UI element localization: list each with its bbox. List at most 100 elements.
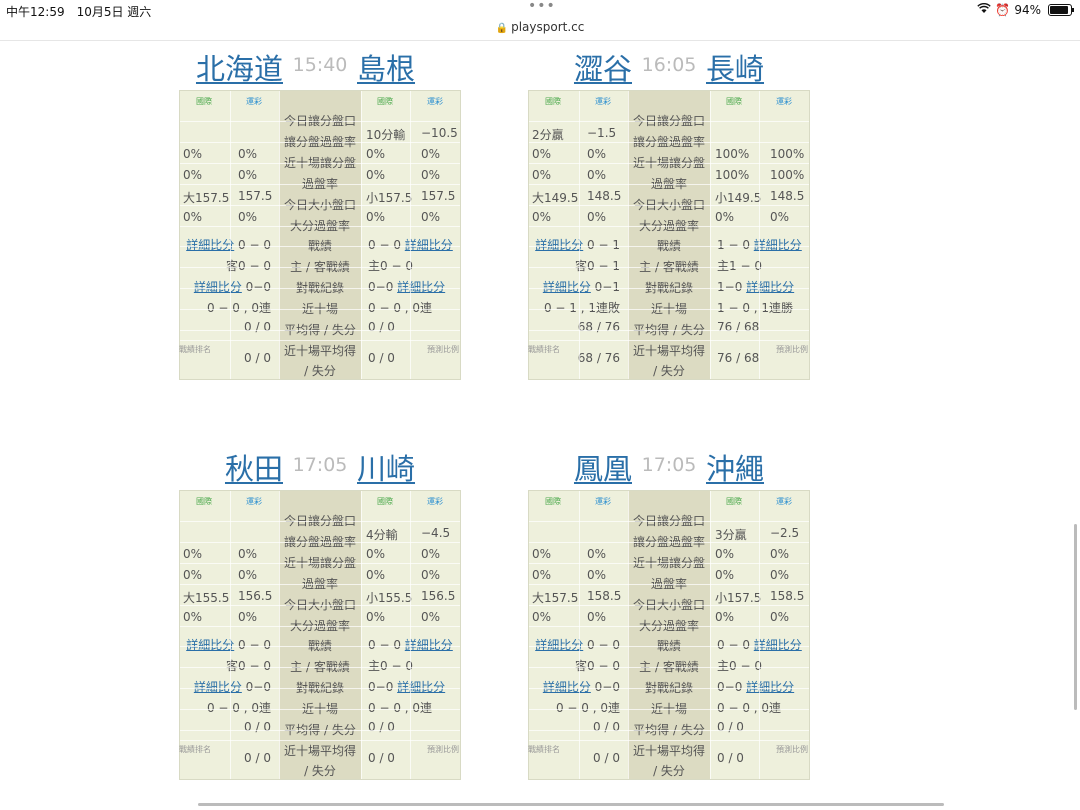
prediction-link[interactable]: 預測比例 [427,344,459,355]
brand-sport-label: 運彩 [427,497,443,506]
standings-link[interactable]: 戰績排名 [179,344,211,355]
home_over-intl: 0% [715,210,735,224]
grid-line [230,91,231,379]
detail-score-link[interactable]: 詳細比分 [186,638,234,652]
home-last10: 0 − 0 , 0連 [368,301,433,315]
away-away_rate-intl: 0% [183,147,203,161]
home-team-link[interactable]: 川崎 [357,446,415,488]
brand-sport-label: 運彩 [595,97,611,106]
grid-line [529,667,809,668]
away-away_total-sport: 158.5 [587,589,622,603]
prediction-link[interactable]: 預測比例 [427,744,459,755]
brand-sport-label: 運彩 [246,497,262,506]
away-away_rate-intl: 0% [532,547,552,561]
home-h2h: 0−0 詳細比分 [368,278,445,295]
detail-score-link[interactable]: 詳細比分 [754,638,802,652]
detail-score-link[interactable]: 詳細比分 [746,280,794,294]
grid-line [180,584,460,585]
home-avg: 0 / 0 [717,720,744,734]
prediction-link[interactable]: 預測比例 [776,344,808,355]
detail-score-link[interactable]: 詳細比分 [186,238,234,252]
home-home-away-record: 主1 − 0 [717,259,762,273]
detail-score-link[interactable]: 詳細比分 [405,238,453,252]
stats-table: 國際 運彩 0% 0% 0% 0% 大155.5 156.5 0% 0% 詳細比分 0 − 0 客0 … [179,490,461,780]
match-card: 秋田 17:05 川崎 國際 運彩 0% 0% 0% 0% 大155.5 156.5 0% 0% 詳細比分… [179,444,461,780]
horizontal-scrollbar[interactable] [198,803,944,806]
grid-line [180,226,460,227]
brand-sport-label: 運彩 [246,97,262,106]
row-label: / 失分 [304,364,336,378]
away-h2h-value: 0−0 [245,680,271,694]
grid-line [759,91,760,379]
detail-score-link[interactable]: 詳細比分 [535,238,583,252]
row-label: / 失分 [653,364,685,378]
home_total-sport: 148.5 [770,189,805,203]
home-team-link[interactable]: 長崎 [706,46,764,88]
grid-line [529,521,809,522]
grid-line [628,91,629,379]
grid-line [529,542,809,543]
url-text: playsport.cc [511,20,585,34]
standings-link[interactable]: 戰績排名 [179,744,211,755]
home-record-value: 0 − 0 [368,238,401,252]
match-header: 鳳凰 17:05 沖繩 [528,444,810,490]
detail-score-link[interactable]: 詳細比分 [746,680,794,694]
row-label: / 失分 [304,764,336,778]
grid-line [710,491,711,779]
home_over-intl: 0% [366,610,386,624]
grid-line [529,205,809,206]
home_over-sport: 0% [421,610,441,624]
prediction-link[interactable]: 預測比例 [776,744,808,755]
away-away_over-intl: 0% [532,610,552,624]
home-record-value: 0 − 0 [368,638,401,652]
detail-score-link[interactable]: 詳細比分 [194,680,242,694]
away-away_over-sport: 0% [238,210,258,224]
away-away_spread-intl: 2分贏 [532,128,564,142]
detail-score-link[interactable]: 詳細比分 [194,280,242,294]
grid-line [628,491,629,779]
home_total-intl: 小155.5 [366,591,413,605]
detail-score-link[interactable]: 詳細比分 [397,680,445,694]
detail-score-link[interactable]: 詳細比分 [535,638,583,652]
grid-line [279,491,280,779]
grid-line [529,184,809,185]
home_l10-intl: 0% [366,168,386,182]
away-away_over-intl: 0% [532,210,552,224]
home-team-link[interactable]: 島根 [357,46,415,88]
more-dots-icon[interactable]: ••• [528,0,556,14]
detail-score-link[interactable]: 詳細比分 [543,280,591,294]
grid-line [579,91,580,379]
home-record-value: 1 − 0 [717,238,750,252]
away-away_over-intl: 0% [183,610,203,624]
away-h2h-value: 0−1 [594,280,620,294]
grid-line [529,340,809,341]
away-last10-avg: 0 / 0 [593,751,620,765]
row-label: 近十場平均得 [632,344,705,358]
home-avg: 76 / 68 [717,320,760,334]
away-away_over-intl: 0% [183,210,203,224]
detail-score-link[interactable]: 詳細比分 [754,238,802,252]
home-team-link[interactable]: 沖繩 [706,446,764,488]
grid-line [180,121,460,122]
away-record: 詳細比分 0 − 0 [186,236,271,253]
away-away_l10-intl: 0% [183,568,203,582]
grid-line [410,491,411,779]
standings-link[interactable]: 戰績排名 [528,344,560,355]
detail-score-link[interactable]: 詳細比分 [405,638,453,652]
row-labels: 今日讓分盤口 讓分盤過盤率 近十場讓分盤 過盤率 今日大小盤口 大分過盤率 戰績主 / 客戰… [279,91,361,379]
address-bar[interactable]: 🔒 playsport.cc [0,20,1080,34]
away-away_spread-sport: −1.5 [587,126,617,140]
home_rate-sport: 0% [770,547,790,561]
stats-table: 國際 運彩 0% 0% 0% 0% 大157.5 157.5 0% 0% 詳細比分 0 − 0 客0 … [179,90,461,380]
brand-intl-label: 國際 [726,97,742,106]
grid-line [529,142,809,143]
away-avg: 0 / 0 [244,320,271,334]
away-away_l10-sport: 0% [587,168,607,182]
brand-sport-label: 運彩 [427,97,443,106]
standings-link[interactable]: 戰績排名 [528,744,560,755]
detail-score-link[interactable]: 詳細比分 [397,280,445,294]
vertical-scrollbar[interactable] [1074,524,1077,710]
detail-score-link[interactable]: 詳細比分 [543,680,591,694]
status-indicators: ⏰ 94% [977,3,1074,17]
home_total-sport: 157.5 [421,189,456,203]
